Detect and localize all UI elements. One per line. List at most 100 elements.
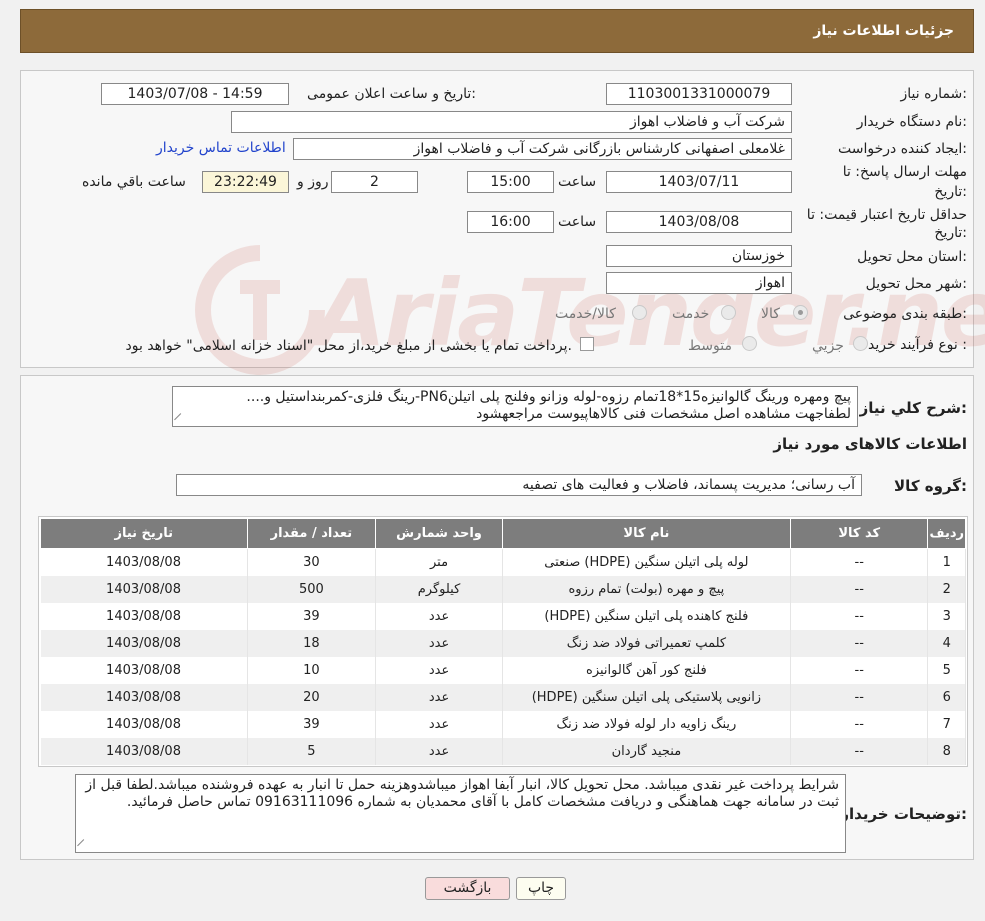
table-row: 4 -- کلمپ تعمیراتی فولاد ضد زنگ عدد 18 1… (40, 629, 966, 657)
page-header: جزئیات اطلاعات نیاز (20, 9, 974, 53)
col-header-unit: واحد شمارش (375, 518, 503, 549)
price-validity-label-date: تاریخ: (934, 225, 967, 241)
buyer-notes-label: توضیحات خریدار: (840, 805, 967, 823)
print-button[interactable]: چاپ (516, 877, 566, 900)
cell-code: -- (790, 602, 929, 630)
cell-unit: متر (375, 548, 503, 576)
deadline-time-label: ساعت (558, 174, 597, 190)
process-minor-radio[interactable] (853, 336, 868, 351)
cell-name: رینگ زاویه دار لوله فولاد ضد زنگ (502, 710, 791, 738)
cell-row-number: 3 (927, 602, 966, 630)
category-goods-service-radio[interactable] (632, 305, 647, 320)
col-header-row-number: ردیف (927, 518, 966, 549)
buyer-org-field: شرکت آب و فاضلاب اهواز (231, 111, 792, 133)
cell-date: 1403/08/08 (40, 656, 248, 684)
cell-name: کلمپ تعمیراتی فولاد ضد زنگ (502, 629, 791, 657)
remaining-time-label: ساعت باقي مانده (82, 174, 186, 190)
price-validity-label: حداقل تاریخ اعتبار قیمت: تا (806, 207, 967, 223)
cell-code: -- (790, 548, 929, 576)
cell-unit: کیلوگرم (375, 575, 503, 603)
buyer-org-label: نام دستگاه خریدار: (856, 114, 967, 130)
cell-unit: عدد (375, 602, 503, 630)
cell-unit: عدد (375, 683, 503, 711)
cell-quantity: 20 (247, 683, 377, 711)
page-title: جزئیات اطلاعات نیاز (813, 23, 954, 39)
cell-unit: عدد (375, 710, 503, 738)
cell-code: -- (790, 737, 929, 765)
process-type-label: نوع فرآیند خرید : (868, 337, 967, 353)
col-header-date: تاریخ نیاز (40, 518, 248, 549)
deadline-time-field: 15:00 (467, 171, 554, 193)
cell-name: پیچ و مهره (بولت) تمام رزوه (502, 575, 791, 603)
cell-quantity: 10 (247, 656, 377, 684)
goods-group-label: گروه کالا: (894, 477, 967, 495)
category-goods-radio[interactable] (793, 305, 808, 320)
cell-date: 1403/08/08 (40, 548, 248, 576)
goods-section-title: اطلاعات کالاهای مورد نیاز (773, 435, 967, 453)
cell-quantity: 39 (247, 710, 377, 738)
creator-field: غلامعلی اصفهانی کارشناس بازرگانی شرکت آب… (293, 138, 792, 160)
province-label: استان محل تحویل: (857, 249, 967, 265)
remaining-time-field: 23:22:49 (202, 171, 289, 193)
validity-date-field: 1403/08/08 (606, 211, 792, 233)
cell-code: -- (790, 629, 929, 657)
cell-row-number: 7 (927, 710, 966, 738)
category-goods-service-label: کالا/خدمت (555, 306, 616, 322)
need-number-label: شماره نیاز: (900, 86, 967, 102)
table-row: 7 -- رینگ زاویه دار لوله فولاد ضد زنگ عد… (40, 710, 966, 738)
buyer-notes-textarea[interactable]: شرایط پرداخت غیر نقدی میباشد. محل تحویل … (75, 774, 846, 853)
cell-row-number: 2 (927, 575, 966, 603)
cell-name: زانویی پلاستیکی پلی اتیلن سنگین (HDPE) (502, 683, 791, 711)
description-textarea[interactable]: پیچ ومهره ورینگ گالوانیزه15*18تمام رزوه-… (172, 386, 858, 427)
deadline-date-field: 1403/07/11 (606, 171, 792, 193)
cell-code: -- (790, 710, 929, 738)
cell-name: فلنج کاهنده پلی اتیلن سنگین (HDPE) (502, 602, 791, 630)
days-remaining-field: 2 (331, 171, 418, 193)
cell-row-number: 1 (927, 548, 966, 576)
need-number-field: 1103001331000079 (606, 83, 792, 105)
category-goods-label: کالا (761, 306, 780, 322)
treasury-docs-checkbox[interactable] (580, 337, 594, 351)
table-row: 1 -- لوله پلی اتیلن سنگین (HDPE) صنعتی م… (40, 548, 966, 576)
process-medium-radio[interactable] (742, 336, 757, 351)
process-medium-label: متوسط (688, 338, 732, 354)
description-label: شرح كلي نياز: (859, 399, 967, 417)
goods-group-field: آب رسانی؛ مدیریت پسماند، فاضلاب و فعالیت… (176, 474, 862, 496)
col-header-code: کد کالا (789, 518, 929, 549)
cell-quantity: 18 (247, 629, 377, 657)
cell-row-number: 4 (927, 629, 966, 657)
announce-datetime-field: 1403/07/08 - 14:59 (101, 83, 289, 105)
table-row: 2 -- پیچ و مهره (بولت) تمام رزوه کیلوگرم… (40, 575, 966, 603)
cell-quantity: 500 (247, 575, 377, 603)
table-row: 8 -- منجید گاردان عدد 5 1403/08/08 (40, 737, 966, 765)
cell-row-number: 6 (927, 683, 966, 711)
table-row: 3 -- فلنج کاهنده پلی اتیلن سنگین (HDPE) … (40, 602, 966, 630)
cell-quantity: 39 (247, 602, 377, 630)
days-label: روز و (297, 174, 329, 190)
buyer-contact-link[interactable]: اطلاعات تماس خریدار (156, 140, 286, 156)
cell-date: 1403/08/08 (40, 710, 248, 738)
description-line-2: لطفاجهت مشاهده اصل مشخصات فنی کالاهاپیوس… (476, 406, 851, 422)
back-button[interactable]: بازگشت (425, 877, 510, 900)
cell-name: لوله پلی اتیلن سنگین (HDPE) صنعتی (502, 548, 791, 576)
province-field: خوزستان (606, 245, 792, 267)
deadline-label: مهلت ارسال پاسخ: تا (842, 164, 967, 180)
cell-code: -- (790, 575, 929, 603)
validity-time-label: ساعت (558, 214, 597, 230)
cell-quantity: 5 (247, 737, 377, 765)
cell-unit: عدد (375, 629, 503, 657)
cell-row-number: 8 (927, 737, 966, 765)
cell-date: 1403/08/08 (40, 602, 248, 630)
cell-name: فلنج کور آهن گالوانیزه (502, 656, 791, 684)
announce-label: تاریخ و ساعت اعلان عمومی: (307, 86, 476, 102)
deadline-label-date: تاریخ: (934, 184, 967, 200)
col-header-name: نام کالا (501, 518, 791, 549)
table-row: 6 -- زانویی پلاستیکی پلی اتیلن سنگین (HD… (40, 683, 966, 711)
category-service-radio[interactable] (721, 305, 736, 320)
cell-name: منجید گاردان (502, 737, 791, 765)
process-minor-label: جزيي (812, 338, 844, 354)
cell-code: -- (790, 683, 929, 711)
category-label: طبقه بندی موضوعی: (843, 306, 967, 322)
resize-grip-icon[interactable] (77, 839, 90, 852)
cell-date: 1403/08/08 (40, 575, 248, 603)
